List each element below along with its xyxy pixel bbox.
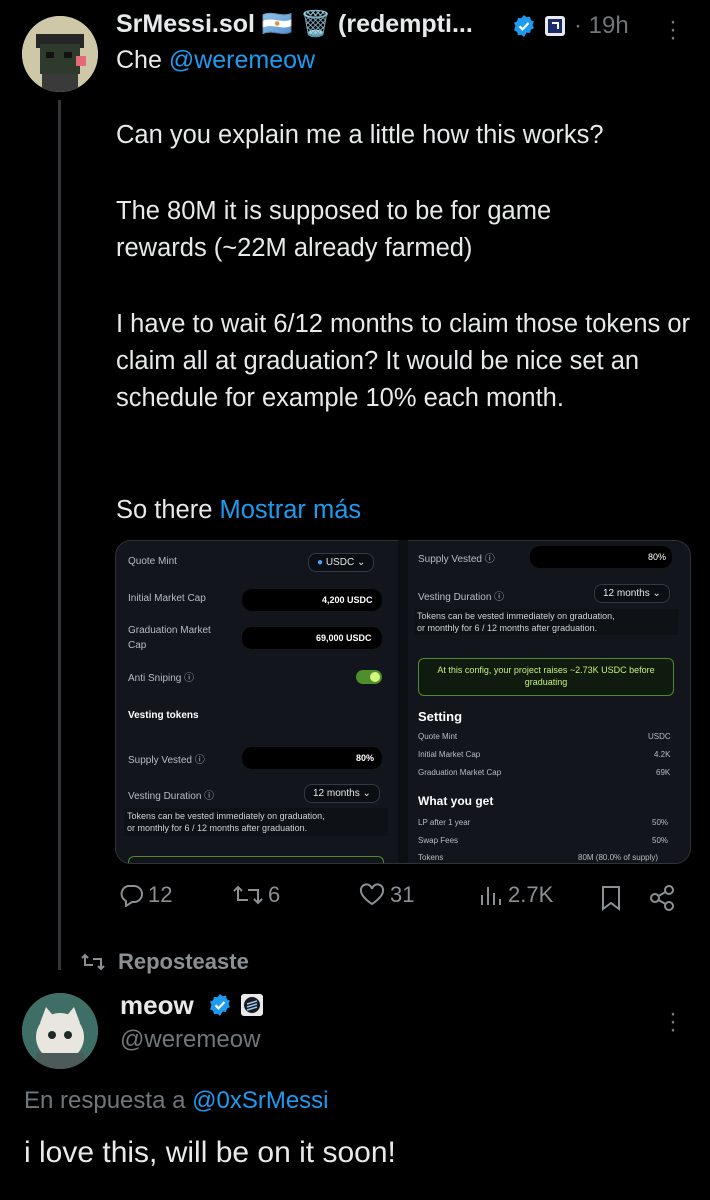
media-vesting-tokens-title: Vesting tokens — [128, 710, 199, 721]
media-initial-mc-label: Initial Market Cap — [128, 593, 206, 604]
media-setting-value-quote-mint: USDC — [648, 732, 671, 741]
media-what-value-tokens: 80M (80.0% of supply) — [578, 853, 659, 862]
media-setting-title: Setting — [418, 709, 463, 724]
media-right-supply-vested-value: 80% — [648, 552, 667, 562]
reply-count: 12 — [148, 882, 173, 907]
reply-context: Che @weremeow — [116, 46, 315, 75]
media-divider — [398, 540, 408, 862]
media-tooltip-line-1: Tokens can be vested immediately on grad… — [127, 811, 325, 821]
tweet-time[interactable]: · 19h — [574, 12, 629, 40]
views-icon — [481, 887, 501, 905]
media-setting-label-grad-mc: Graduation Market Cap — [418, 768, 502, 777]
media-what-you-get-title: What you get — [418, 794, 494, 808]
reply-action[interactable]: 12 — [118, 882, 172, 908]
media-vesting-duration-value: 12 months — [313, 788, 360, 799]
media-right-tooltip-line-1: Tokens can be vested immediately on grad… — [417, 611, 615, 621]
repost-icon — [233, 885, 263, 905]
media-right-vesting-duration-label: Vesting Duration ⓘ — [418, 592, 505, 603]
heart-icon — [359, 883, 385, 906]
media-what-label-fees: Swap Fees — [418, 836, 459, 845]
media-quote-mint-select: ● USDC ⌄ — [308, 553, 375, 572]
author-display-name[interactable]: SrMessi.sol 🇦🇷 🗑️ (redempti... — [116, 10, 473, 38]
share-icon[interactable] — [648, 884, 676, 912]
media-right-vesting-duration-value: 12 months — [603, 588, 650, 599]
media-setting-value-initial-mc: 4.2K — [654, 750, 671, 759]
media-what-label-tokens: Tokens — [418, 853, 444, 862]
in-reply-to-prefix: En respuesta a — [24, 1087, 186, 1114]
media-left-banner-edge — [128, 856, 384, 863]
views-count: 2.7K — [508, 882, 554, 907]
reply-verified-badge-icon — [210, 994, 230, 1016]
tweet-paragraph-3: I have to wait 6/12 months to claim thos… — [116, 310, 691, 412]
reply-icon — [120, 885, 143, 907]
media-setting-label-initial-mc: Initial Market Cap — [418, 750, 481, 759]
like-count: 31 — [390, 882, 415, 907]
media-quote-mint-value: USDC — [325, 557, 355, 568]
more-options-icon[interactable]: · · · — [668, 10, 678, 50]
repost-action[interactable]: 6 — [232, 882, 280, 908]
in-reply-to-handle-link[interactable]: @0xSrMessi — [192, 1087, 328, 1114]
media-supply-vested-value: 80% — [356, 753, 375, 763]
media-vesting-duration-label: Vesting Duration ⓘ — [128, 791, 215, 802]
media-right-vesting-duration-select: 12 months ⌄ — [594, 584, 670, 603]
media-raise-banner: At this config, your project raises ~2.7… — [418, 658, 674, 696]
reposted-icon — [81, 953, 105, 971]
reply-more-options-icon[interactable]: · · · — [668, 1002, 678, 1042]
media-grad-mc-label-1: Graduation Market — [128, 625, 211, 636]
tweet-paragraph-1: Can you explain me a little how this wor… — [116, 121, 604, 149]
media-vesting-duration-select: 12 months ⌄ — [304, 784, 380, 803]
reply-prefix: Che — [116, 46, 162, 74]
tweet-paragraph-2: The 80M it is supposed to be for game re… — [116, 197, 552, 262]
avatar[interactable] — [22, 16, 98, 92]
media-right-supply-vested-label: Supply Vested ⓘ — [418, 554, 495, 565]
bookmark-icon[interactable] — [598, 884, 624, 912]
affiliate-badge-icon — [545, 16, 565, 36]
media-grad-mc-value: 69,000 USDC — [316, 633, 372, 643]
media-anti-sniping-label: Anti Sniping ⓘ — [128, 673, 195, 684]
repost-count: 6 — [268, 882, 281, 907]
views-action[interactable]: 2.7K — [478, 882, 553, 908]
like-action[interactable]: 31 — [358, 882, 414, 908]
media-grad-mc-label-2: Cap — [128, 640, 147, 651]
thread-line — [58, 100, 61, 970]
media-initial-mc-value: 4,200 USDC — [322, 595, 373, 605]
media-right-vesting-tooltip: Tokens can be vested immediately on grad… — [414, 609, 678, 635]
reply-avatar[interactable] — [22, 993, 98, 1069]
media-what-value-fees: 50% — [652, 836, 669, 845]
media-what-value-lp: 50% — [652, 818, 669, 827]
tweet-paragraph-4-text: So there — [116, 496, 213, 524]
media-what-label-lp: LP after 1 year — [418, 818, 471, 827]
show-more-link[interactable]: Mostrar más — [220, 496, 362, 524]
verified-badge-icon — [514, 15, 534, 37]
media-setting-value-grad-mc: 69K — [656, 768, 671, 777]
media-anti-sniping-toggle — [356, 670, 382, 684]
reply-text: i love this, will be on it soon! — [24, 1136, 396, 1169]
media-tooltip-line-2: or monthly for 6 / 12 months after gradu… — [127, 823, 308, 833]
reply-author-name[interactable]: meow — [120, 990, 194, 1021]
reply-handle[interactable]: @weremeow — [120, 1026, 260, 1054]
media-vesting-tooltip: Tokens can be vested immediately on grad… — [124, 808, 388, 836]
reply-handle-link[interactable]: @weremeow — [169, 46, 315, 74]
reply-affiliate-badge-icon — [241, 994, 263, 1016]
tweet-paragraph-4: So there Mostrar más — [116, 492, 361, 529]
media-supply-vested-label: Supply Vested ⓘ — [128, 755, 205, 766]
author-name[interactable]: SrMessi.sol 🇦🇷 🗑️ (redempti... — [116, 10, 473, 39]
media-quote-mint-label: Quote Mint — [128, 556, 177, 567]
media-raise-banner-text: At this config, your project raises ~2.7… — [437, 665, 655, 687]
media-right-tooltip-line-2: or monthly for 6 / 12 months after gradu… — [417, 623, 598, 633]
in-reply-to: En respuesta a @0xSrMessi — [24, 1087, 329, 1115]
reposted-label: Reposteaste — [118, 949, 249, 974]
media-setting-label-quote-mint: Quote Mint — [418, 732, 458, 741]
